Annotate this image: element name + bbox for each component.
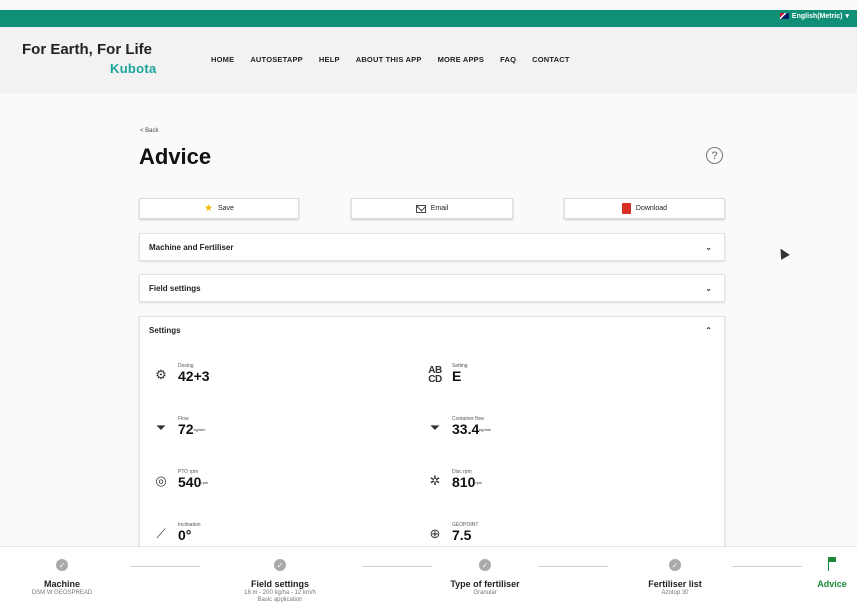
setting-flow: ⏷ Flow 72kg/min: [149, 416, 206, 438]
step-subtitle: DSM W GEOSPREAD: [31, 590, 93, 596]
step-type-of-fertiliser[interactable]: ✓ Type of fertiliser Granular: [440, 547, 530, 596]
setting-value: E: [452, 368, 462, 384]
language-selector[interactable]: English(Metric) ▾: [779, 12, 849, 20]
setting-unit: kg/min: [193, 427, 206, 432]
stepper-connector: [130, 566, 200, 567]
step-title: Field settings: [250, 579, 309, 589]
flow-icon: ⏷: [155, 420, 167, 435]
download-label: Download: [635, 205, 668, 212]
setting-value: 540: [178, 474, 202, 490]
uk-flag-icon: [779, 13, 789, 19]
pto-icon: ◎: [155, 473, 167, 488]
mouse-cursor-icon: [776, 246, 790, 260]
container-flow-icon: ⏷: [429, 420, 441, 435]
step-subtitle: 18 m - 200 kg/ha - 12 km/h: [244, 590, 316, 596]
step-title: Type of fertiliser: [450, 579, 520, 589]
top-bar: English(Metric) ▾: [0, 10, 857, 27]
download-button[interactable]: Download: [564, 198, 725, 219]
panel-title: Machine and Fertiliser: [149, 243, 234, 252]
setting-container-flow: ⏷ Container flow 33.4kg/min: [423, 416, 491, 438]
setting-value: 7.5: [452, 527, 472, 543]
caret-down-icon: ▾: [845, 13, 849, 20]
nav-contact[interactable]: CONTACT: [532, 55, 570, 64]
setting-unit: rpm: [201, 480, 209, 485]
setting-inclination: ⟋ Inclination 0°: [149, 522, 200, 544]
setting-value: 810: [452, 474, 476, 490]
progress-stepper: ✓ Machine DSM W GEOSPREAD ✓ Field settin…: [0, 546, 857, 614]
help-icon[interactable]: ?: [706, 147, 723, 164]
nav-about[interactable]: ABOUT THIS APP: [356, 55, 422, 64]
check-circle-icon: ✓: [274, 559, 286, 571]
setting-value: 72: [178, 421, 194, 437]
chevron-down-icon: ⌄: [705, 284, 712, 293]
setting-dosing: ⚙ Dosing 42+3: [149, 363, 210, 385]
crosshair-icon: ⊕: [429, 526, 441, 541]
panel-title: Settings: [149, 326, 181, 335]
step-machine[interactable]: ✓ Machine DSM W GEOSPREAD: [0, 547, 124, 596]
machine-fertiliser-panel[interactable]: Machine and Fertiliser ⌄: [139, 233, 725, 261]
stepper-connector: [362, 566, 432, 567]
page-title: Advice: [139, 144, 212, 169]
inclination-icon: ⟋: [156, 526, 166, 541]
check-circle-icon: ✓: [56, 559, 68, 571]
nav-more-apps[interactable]: MORE APPS: [438, 55, 485, 64]
step-advice[interactable]: Advice: [810, 547, 854, 589]
chevron-down-icon: ⌄: [705, 243, 712, 252]
setting-geopoint: ⊕ GEOPOINT 7.5: [423, 522, 479, 544]
check-circle-icon: ✓: [479, 559, 491, 571]
field-settings-panel[interactable]: Field settings ⌄: [139, 274, 725, 302]
dosing-icon: ⚙: [155, 367, 167, 382]
setting-unit: kg/min: [479, 427, 492, 432]
step-subtitle: Azotop 30: [661, 590, 689, 596]
panel-title: Field settings: [149, 284, 201, 293]
setting-disc-rpm: ✲ Disc rpm 810rpm: [423, 469, 483, 491]
language-label: English(Metric): [791, 12, 843, 20]
envelope-icon: [415, 204, 426, 213]
pdf-icon: [621, 203, 631, 214]
site-header: For Earth, For Life Kubota HOME AUTOSETA…: [0, 27, 857, 93]
step-title: Advice: [817, 579, 847, 589]
chevron-up-icon: ⌃: [705, 326, 712, 335]
save-button[interactable]: ★ Save: [139, 198, 299, 219]
nav-faq[interactable]: FAQ: [500, 55, 516, 64]
stepper-connector: [732, 566, 802, 567]
email-button[interactable]: Email: [351, 198, 513, 219]
step-field-settings[interactable]: ✓ Field settings 18 m - 200 kg/ha - 12 k…: [210, 547, 350, 603]
main-nav: HOME AUTOSETAPP HELP ABOUT THIS APP MORE…: [211, 55, 570, 64]
save-label: Save: [218, 205, 234, 212]
setting-pto-rpm: ◎ PTO rpm 540rpm: [149, 469, 208, 491]
settings-panel: Settings ⌃ ⚙ Dosing 42+3 AB CD Setting E …: [139, 316, 725, 546]
setting-unit: rpm: [475, 480, 483, 485]
flag-icon: [827, 557, 837, 571]
step-subtitle-2: Basic application: [257, 597, 303, 603]
settings-panel-header[interactable]: Settings ⌃: [140, 317, 724, 344]
nav-autosetapp[interactable]: AUTOSETAPP: [250, 55, 303, 64]
back-link[interactable]: < Back: [140, 128, 159, 134]
disc-gear-icon: ✲: [429, 473, 441, 488]
check-circle-icon: ✓: [669, 559, 681, 571]
stepper-connector: [538, 566, 608, 567]
step-subtitle: Granular: [473, 590, 497, 596]
kubota-logo[interactable]: Kubota: [110, 61, 157, 76]
setting-value: 0°: [178, 527, 192, 543]
step-fertiliser-list[interactable]: ✓ Fertiliser list Azotop 30: [625, 547, 725, 596]
nav-help[interactable]: HELP: [319, 55, 340, 64]
setting-value: 33.4: [452, 421, 480, 437]
star-icon: ★: [204, 203, 213, 214]
step-title: Machine: [43, 579, 80, 589]
setting-setting: AB CD Setting E: [423, 363, 467, 385]
email-label: Email: [430, 205, 449, 212]
setting-value: 42+3: [178, 368, 210, 384]
brand-slogan: For Earth, For Life: [22, 41, 153, 58]
nav-home[interactable]: HOME: [211, 55, 234, 64]
step-title: Fertiliser list: [648, 579, 702, 589]
abcd-icon: AB CD: [428, 365, 442, 385]
